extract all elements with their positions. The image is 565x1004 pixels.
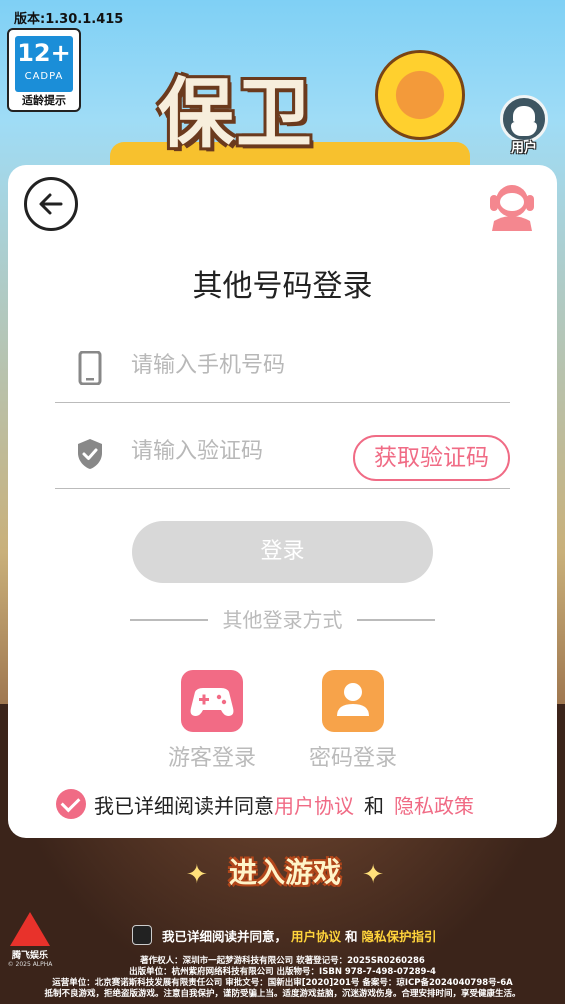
logo-title: 保卫 xyxy=(158,69,314,158)
phone-field-row xyxy=(55,327,510,403)
login-dialog: 其他号码登录 获取验证码 登录 其他登录方式 xyxy=(8,165,557,838)
user-button[interactable]: 用户 xyxy=(498,95,550,157)
shield-check-icon xyxy=(78,439,102,469)
customer-service-button[interactable] xyxy=(482,175,542,235)
phone-icon xyxy=(78,351,102,385)
login-button[interactable]: 登录 xyxy=(132,521,433,583)
other-methods-divider: 其他登录方式 xyxy=(130,605,435,635)
bottom-agreement-checkbox[interactable] xyxy=(132,925,152,945)
verification-code-input[interactable] xyxy=(131,431,391,471)
bottom-agreement-text: 我已详细阅读并同意， xyxy=(162,928,288,944)
get-code-button[interactable]: 获取验证码 xyxy=(353,435,510,481)
sparkle-icon: ✦ xyxy=(186,860,208,890)
age-rating-badge[interactable]: 12+ CADPA 适龄提示 xyxy=(7,28,81,112)
login-title: 其他号码登录 xyxy=(192,269,373,304)
agreement-text: 我已详细阅读并同意 xyxy=(94,793,274,818)
bottom-agreement-and: 和 xyxy=(345,928,358,944)
back-arrow-icon xyxy=(39,193,63,215)
legal-health-notice: 抵制不良游戏，拒绝盗版游戏。注意自我保护，谨防受骗上当。适度游戏益脑，沉迷游戏伤… xyxy=(44,989,521,999)
divider-line-left xyxy=(130,619,208,621)
user-button-label: 用户 xyxy=(510,141,537,156)
back-button[interactable] xyxy=(24,177,78,231)
company-mark-icon xyxy=(10,912,50,946)
guest-login-button[interactable]: 游客登录 xyxy=(157,670,267,772)
agreement-and: 和 xyxy=(364,793,384,818)
headset-icon xyxy=(490,185,534,231)
game-logo: 保卫 xyxy=(110,40,470,170)
legal-publisher: 出版单位：杭州紫府网络科技有限公司 出版物号：ISBN 978-7-498-07… xyxy=(129,967,436,977)
password-login-button[interactable]: 密码登录 xyxy=(298,670,408,772)
legal-copyright: 著作权人：深圳市一起梦游科技有限公司 软著登记号：2025SR0260286 xyxy=(140,956,425,966)
bottom-agreement-row: 我已详细阅读并同意， 用户协议 和 隐私保护指引 xyxy=(132,925,441,945)
age-rating-panel: 12+ CADPA xyxy=(15,36,73,92)
bottom-user-agreement-link[interactable]: 用户协议 xyxy=(291,926,341,945)
divider-line-right xyxy=(357,619,435,621)
age-rating-org: CADPA xyxy=(24,71,64,82)
other-methods-label: 其他登录方式 xyxy=(222,608,343,632)
guest-login-label: 游客登录 xyxy=(167,746,256,771)
enter-game-label: 进入游戏 xyxy=(228,856,341,889)
privacy-guide-link[interactable]: 隐私保护指引 xyxy=(362,926,437,945)
privacy-policy-link[interactable]: 隐私政策 xyxy=(394,790,474,819)
age-rating-tip: 适龄提示 xyxy=(22,94,66,107)
age-rating-value: 12+ xyxy=(17,39,71,67)
password-login-label: 密码登录 xyxy=(308,746,397,771)
phone-input[interactable] xyxy=(131,345,391,385)
code-field-row: 获取验证码 xyxy=(55,413,510,489)
sparkle-icon: ✦ xyxy=(362,860,384,890)
agreement-row: 我已详细阅读并同意 用户协议 和 隐私政策 xyxy=(56,787,474,821)
user-agreement-link[interactable]: 用户协议 xyxy=(274,790,354,819)
sunflower-icon xyxy=(375,50,465,140)
agreement-checkbox[interactable] xyxy=(56,789,86,819)
person-icon xyxy=(322,670,384,732)
legal-operator: 运营单位：北京赛诺斯科技发展有限责任公司 审批文号：国新出审[2020]201号… xyxy=(52,978,513,988)
version-label: 版本:1.30.1.415 xyxy=(14,12,124,27)
user-avatar-icon xyxy=(500,95,548,143)
enter-game-button[interactable]: ✦ 进入游戏 ✦ xyxy=(186,850,384,896)
gamepad-icon xyxy=(181,670,243,732)
